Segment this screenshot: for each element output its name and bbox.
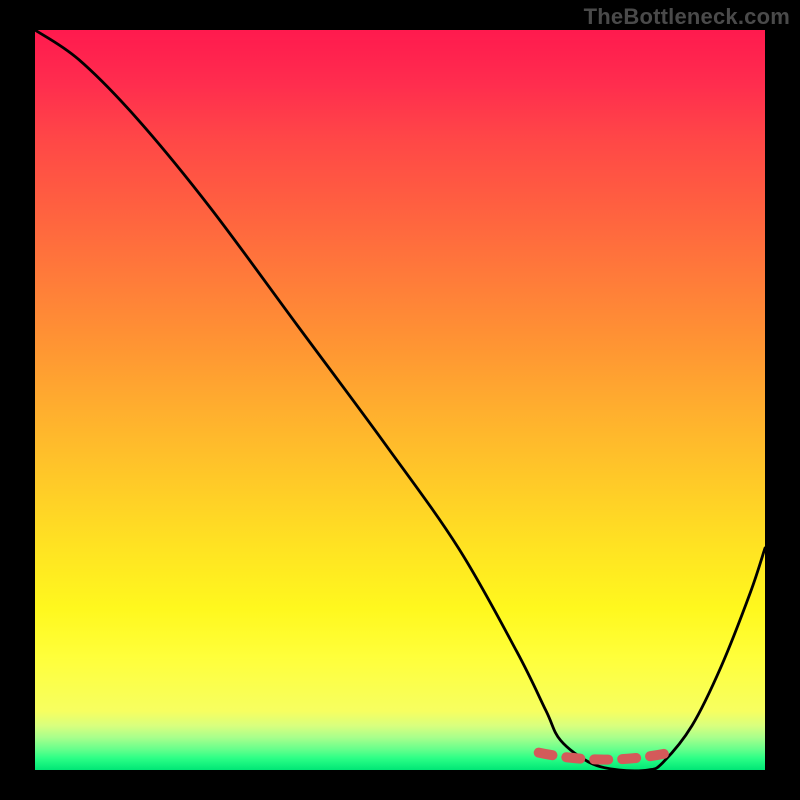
watermark-text: TheBottleneck.com bbox=[584, 4, 790, 30]
gradient-warm bbox=[35, 30, 765, 711]
gradient-green bbox=[35, 711, 765, 770]
chart-frame: TheBottleneck.com bbox=[0, 0, 800, 800]
background-gradient bbox=[35, 30, 765, 770]
plot-area bbox=[35, 30, 765, 770]
